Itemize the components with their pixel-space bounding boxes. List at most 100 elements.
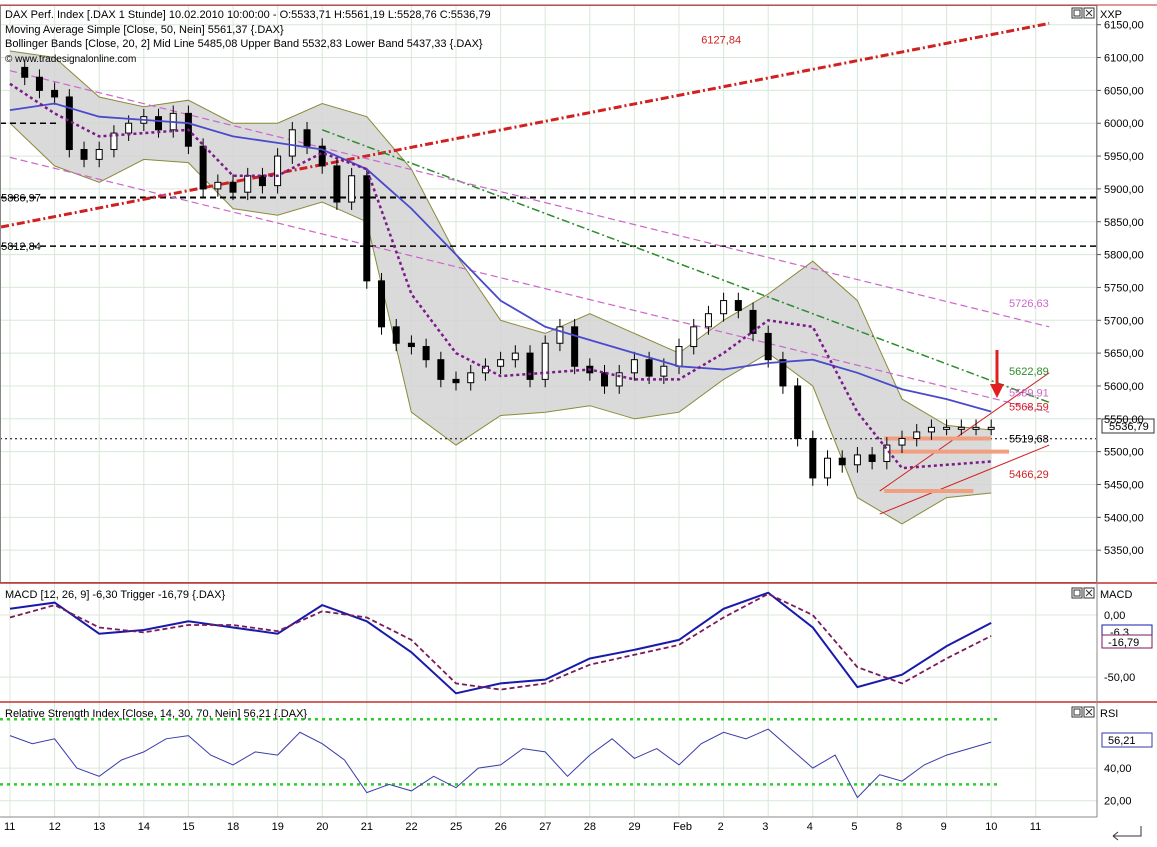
rsi-tick-label: 40,00 xyxy=(1104,763,1132,775)
x-tick-label: 9 xyxy=(941,821,947,833)
candle-body xyxy=(498,360,504,367)
candle-body xyxy=(661,366,667,376)
chart-root: DAX Perf. Index [.DAX 1 Stunde] 10.02.20… xyxy=(0,0,1157,847)
annotation-label: 5886,97 xyxy=(1,192,41,204)
candle-body xyxy=(453,379,459,382)
candle-body xyxy=(914,432,920,439)
macd-legend: MACD [12, 26, 9] -6,30 Trigger -16,79 {.… xyxy=(5,589,225,601)
candle-body xyxy=(928,427,934,432)
candle-body xyxy=(602,373,608,386)
candle-body xyxy=(379,281,385,327)
candle-body xyxy=(839,458,845,465)
y-tick-label: 6000,00 xyxy=(1104,118,1144,130)
rsi-badge-text: 56,21 xyxy=(1108,735,1136,747)
candle-body xyxy=(230,182,236,192)
y-tick-label: 5350,00 xyxy=(1104,545,1144,557)
x-tick-label: 18 xyxy=(227,821,239,833)
candle-body xyxy=(854,455,860,465)
macd-tick-label: -50,00 xyxy=(1104,672,1135,684)
candle-body xyxy=(468,373,474,383)
x-tick-label: 26 xyxy=(495,821,507,833)
trigger-badge-text: -16,79 xyxy=(1108,637,1139,649)
macd-badges: -6,3 -16,79 xyxy=(1102,625,1152,649)
x-tick-label: 15 xyxy=(182,821,194,833)
rsi-badge: 56,21 xyxy=(1102,733,1152,747)
candle-body xyxy=(944,427,950,429)
x-tick-label: 5 xyxy=(851,821,857,833)
annotation-label: 5622,89 xyxy=(1009,366,1049,378)
candle-body xyxy=(215,182,221,189)
x-tick-label: 4 xyxy=(807,821,813,833)
rsi-legend: Relative Strength Index [Close, 14, 30, … xyxy=(5,708,307,720)
x-tick-label: 14 xyxy=(138,821,150,833)
y-tick-label: 5700,00 xyxy=(1104,315,1144,327)
annotation-label: 5568,59 xyxy=(1009,402,1049,414)
candle-body xyxy=(646,360,652,376)
price-legend-line-1: DAX Perf. Index [.DAX 1 Stunde] 10.02.20… xyxy=(5,9,491,21)
x-tick-label: 28 xyxy=(584,821,596,833)
candle-body xyxy=(869,455,875,462)
candle-body xyxy=(22,67,28,77)
y-tick-label: 6100,00 xyxy=(1104,53,1144,65)
x-tick-label: 19 xyxy=(272,821,284,833)
y-tick-label: 6050,00 xyxy=(1104,85,1144,97)
x-tick-label: 22 xyxy=(405,821,417,833)
x-tick-label: 2 xyxy=(718,821,724,833)
candle-body xyxy=(958,427,964,429)
candle-body xyxy=(795,386,801,439)
candle-body xyxy=(304,130,310,146)
y-tick-label: 5500,00 xyxy=(1104,447,1144,459)
candle-body xyxy=(810,439,816,478)
candle-body xyxy=(96,150,102,160)
candle-body xyxy=(631,360,637,373)
candle-body xyxy=(393,327,399,343)
candle-body xyxy=(408,343,414,346)
y-tick-label: 5950,00 xyxy=(1104,151,1144,163)
y-tick-label: 5650,00 xyxy=(1104,348,1144,360)
candle-body xyxy=(364,176,370,281)
candle-body xyxy=(527,353,533,379)
y-tick-label: 5800,00 xyxy=(1104,250,1144,262)
candle-body xyxy=(512,353,518,360)
price-legend-line-4: © www.tradesignalonline.com xyxy=(5,54,136,65)
annotation-label: 5812,84 xyxy=(1,241,41,253)
candle-body xyxy=(259,176,265,186)
y-tick-label: 5900,00 xyxy=(1104,184,1144,196)
x-tick-label: 20 xyxy=(316,821,328,833)
y-tick-label: 5850,00 xyxy=(1104,217,1144,229)
candle-body xyxy=(973,427,979,429)
candle-body xyxy=(81,150,87,160)
rsi-axis-label: RSI xyxy=(1100,708,1118,720)
candle-body xyxy=(275,156,281,186)
candle-body xyxy=(200,146,206,189)
macd-axis-label: MACD xyxy=(1100,589,1132,601)
candle-body xyxy=(572,327,578,366)
candle-body xyxy=(349,176,355,202)
annotation-label: 5466,29 xyxy=(1009,469,1049,481)
candle-body xyxy=(438,360,444,380)
x-tick-label: Feb xyxy=(673,821,692,833)
candle-body xyxy=(156,117,162,130)
candle-body xyxy=(423,347,429,360)
candle-body xyxy=(36,77,42,90)
scroll-handle-icon[interactable] xyxy=(1113,826,1141,840)
macd-panel xyxy=(0,584,1097,702)
x-tick-label: 25 xyxy=(450,821,462,833)
scroll-handle-shape xyxy=(1113,826,1141,836)
y-tick-label: 5450,00 xyxy=(1104,479,1144,491)
x-tick-label: 21 xyxy=(361,821,373,833)
candle-body xyxy=(765,333,771,359)
x-tick-label: 29 xyxy=(628,821,640,833)
candle-body xyxy=(780,360,786,386)
candle-body xyxy=(245,176,251,192)
x-tick-label: 12 xyxy=(49,821,61,833)
candle-body xyxy=(735,301,741,311)
annotation-label: 5519,68 xyxy=(1009,434,1049,446)
candle-body xyxy=(825,458,831,478)
y-tick-label: 5750,00 xyxy=(1104,282,1144,294)
annotation-label: 6127,84 xyxy=(701,34,741,46)
x-tick-label: 11 xyxy=(1030,821,1041,833)
candle-body xyxy=(676,347,682,367)
y-tick-label: 6150,00 xyxy=(1104,20,1144,32)
candle-body xyxy=(334,166,340,202)
